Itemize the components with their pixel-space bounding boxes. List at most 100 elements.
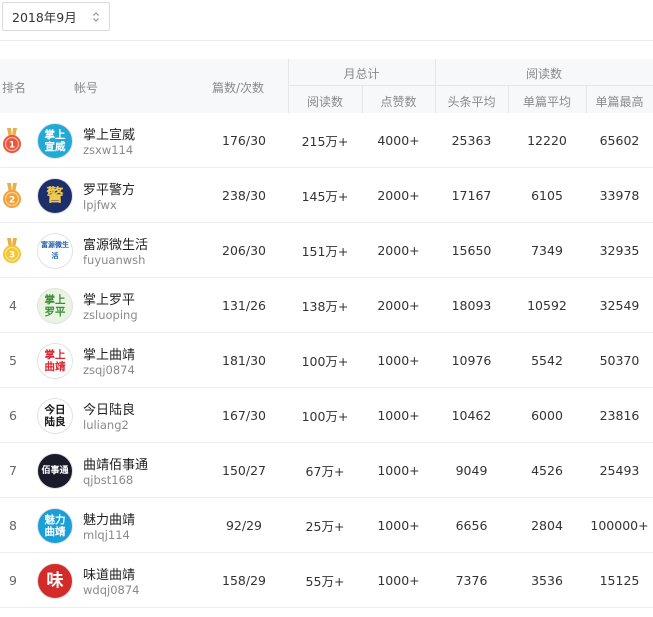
headline-avg-cell: 25363 [451, 133, 492, 148]
single-avg-cell: 2804 [531, 518, 563, 533]
header-reads-group: 阅读数 [525, 67, 562, 81]
account-name[interactable]: 今日陆良 [83, 399, 135, 418]
account-name[interactable]: 掌上宣威 [83, 124, 135, 143]
single-max-cell: 33978 [599, 188, 640, 203]
monthly-likes-cell: 1000+ [377, 353, 420, 368]
account-avatar[interactable]: 警 [37, 178, 73, 214]
account-avatar[interactable]: 魅力 曲靖 [37, 508, 73, 544]
monthly-likes-cell: 1000+ [377, 408, 420, 423]
svg-text:2: 2 [9, 196, 15, 206]
svg-text:1: 1 [9, 141, 15, 151]
header-rank[interactable]: 排名 [2, 79, 26, 96]
articles-times-cell: 238/30 [222, 188, 266, 203]
monthly-likes-cell: 2000+ [377, 188, 420, 203]
rank-number: 6 [9, 408, 17, 423]
headline-avg-cell: 7376 [455, 573, 488, 588]
account-avatar[interactable]: 富源微生活 [37, 233, 73, 269]
account-name[interactable]: 罗平警方 [83, 179, 135, 198]
single-avg-cell: 10592 [527, 298, 567, 313]
headline-avg-cell: 15650 [451, 243, 492, 258]
monthly-likes-cell: 1000+ [377, 518, 420, 533]
table-row[interactable]: 9 味味道曲靖 wdqj0874 158/29 55万+ 1000+ 7376 3536 151… [0, 553, 653, 608]
account-id: mlqj114 [83, 528, 130, 542]
single-avg-cell: 5542 [531, 353, 563, 368]
account-avatar[interactable]: 佰事通 [37, 453, 73, 489]
account-avatar[interactable]: 掌上 罗平 [37, 288, 73, 324]
table-row[interactable]: 5 掌上 曲靖 掌上曲靖 zsqj0874 181/30 100万+ 1000+ 10976 55… [0, 333, 653, 388]
account-avatar[interactable]: 今日 陆良 [37, 398, 73, 434]
single-max-cell: 65602 [599, 133, 640, 148]
account-name[interactable]: 富源微生活 [83, 234, 148, 253]
single-max-cell: 50370 [599, 353, 640, 368]
account-avatar[interactable]: 掌上 宣威 [37, 123, 73, 159]
account-avatar[interactable]: 掌上 曲靖 [37, 343, 73, 379]
single-max-cell: 25493 [599, 463, 640, 478]
account-name[interactable]: 曲靖佰事通 [83, 454, 148, 473]
header-monthly-reads[interactable]: 阅读数 [288, 93, 362, 110]
period-selector[interactable]: 2018年9月 [2, 2, 110, 31]
table-row[interactable]: 4 掌上 罗平 掌上罗平 zsluoping 131/26 138万+ 2000+ 18093 1… [0, 278, 653, 333]
single-max-cell: 100000+ [590, 518, 649, 533]
account-id: luliang2 [83, 418, 129, 432]
account-id: zsluoping [83, 308, 138, 322]
account-id: fuyuanwsh [83, 253, 146, 267]
chevron-updown-icon [93, 12, 99, 22]
header-articles-times[interactable]: 篇数/次数 [212, 79, 264, 96]
monthly-likes-cell: 1000+ [377, 463, 420, 478]
account-id: zsqj0874 [83, 363, 135, 377]
single-avg-cell: 7349 [531, 243, 563, 258]
single-max-cell: 32935 [599, 243, 640, 258]
articles-times-cell: 167/30 [222, 408, 266, 423]
table-row[interactable]: 2 警罗平警方 lpjfwx 238/30 145万+ 2000+ 17167 6105 339… [0, 168, 653, 223]
monthly-likes-cell: 2000+ [377, 243, 420, 258]
single-avg-cell: 3536 [531, 573, 563, 588]
account-id: qjbst168 [83, 473, 134, 487]
header-monthly-likes[interactable]: 点赞数 [362, 93, 435, 110]
divider [0, 40, 653, 41]
rank-number: 5 [9, 353, 17, 368]
account-name[interactable]: 掌上曲靖 [83, 344, 135, 363]
table-row[interactable]: 3 富源微生活 富源微生活 fuyuanwsh 206/30 151万+ 2000+ 1565… [0, 223, 653, 278]
account-id: lpjfwx [83, 198, 117, 212]
headline-avg-cell: 10462 [451, 408, 492, 423]
rank-number: 8 [9, 518, 17, 533]
header-account: 帐号 [74, 81, 99, 95]
account-name[interactable]: 掌上罗平 [83, 289, 135, 308]
header-divider [288, 85, 653, 86]
account-name[interactable]: 味道曲靖 [83, 564, 135, 583]
articles-times-cell: 206/30 [222, 243, 266, 258]
single-max-cell: 15125 [599, 573, 640, 588]
rank-number: 4 [9, 298, 17, 313]
svg-text:3: 3 [9, 251, 15, 261]
monthly-reads-cell: 151万+ [301, 244, 349, 259]
medal-2-icon: 2 [3, 183, 21, 208]
articles-times-cell: 176/30 [222, 133, 266, 148]
table-row[interactable]: 6 今日 陆良 今日陆良 luliang2 167/30 100万+ 1000+ 10462 60… [0, 388, 653, 443]
rank-number: 9 [9, 573, 17, 588]
monthly-likes-cell: 4000+ [377, 133, 420, 148]
articles-times-cell: 92/29 [225, 518, 263, 533]
monthly-likes-cell: 2000+ [377, 298, 420, 313]
articles-times-cell: 131/26 [222, 298, 266, 313]
monthly-reads-cell: 100万+ [301, 354, 349, 369]
monthly-reads-cell: 215万+ [301, 134, 349, 149]
articles-times-cell: 181/30 [222, 353, 266, 368]
single-avg-cell: 4526 [531, 463, 563, 478]
table-row[interactable]: 7 佰事通 曲靖佰事通 qjbst168 150/27 67万+ 1000+ 9049 4526… [0, 443, 653, 498]
headline-avg-cell: 6656 [455, 518, 488, 533]
single-avg-cell: 6000 [531, 408, 563, 423]
header-headline-avg[interactable]: 头条平均 [435, 93, 508, 110]
single-avg-cell: 6105 [531, 188, 563, 203]
account-avatar[interactable]: 味 [37, 563, 73, 599]
table-row[interactable]: 1 掌上 宣威 掌上宣威 zsxw114 176/30 215万+ 4000+ 25363 122… [0, 113, 653, 168]
medal-3-icon: 3 [3, 238, 21, 263]
rank-number: 7 [9, 463, 17, 478]
header-single-avg[interactable]: 单篇平均 [508, 93, 586, 110]
medal-1-icon: 1 [3, 128, 21, 153]
single-max-cell: 32549 [599, 298, 640, 313]
account-name[interactable]: 魅力曲靖 [83, 509, 135, 528]
header-single-max[interactable]: 单篇最高 [586, 93, 653, 110]
account-id: wdqj0874 [83, 583, 140, 597]
monthly-reads-cell: 55万+ [305, 574, 345, 589]
table-row[interactable]: 8 魅力 曲靖 魅力曲靖 mlqj114 92/29 25万+ 1000+ 6656 2804 10… [0, 498, 653, 553]
